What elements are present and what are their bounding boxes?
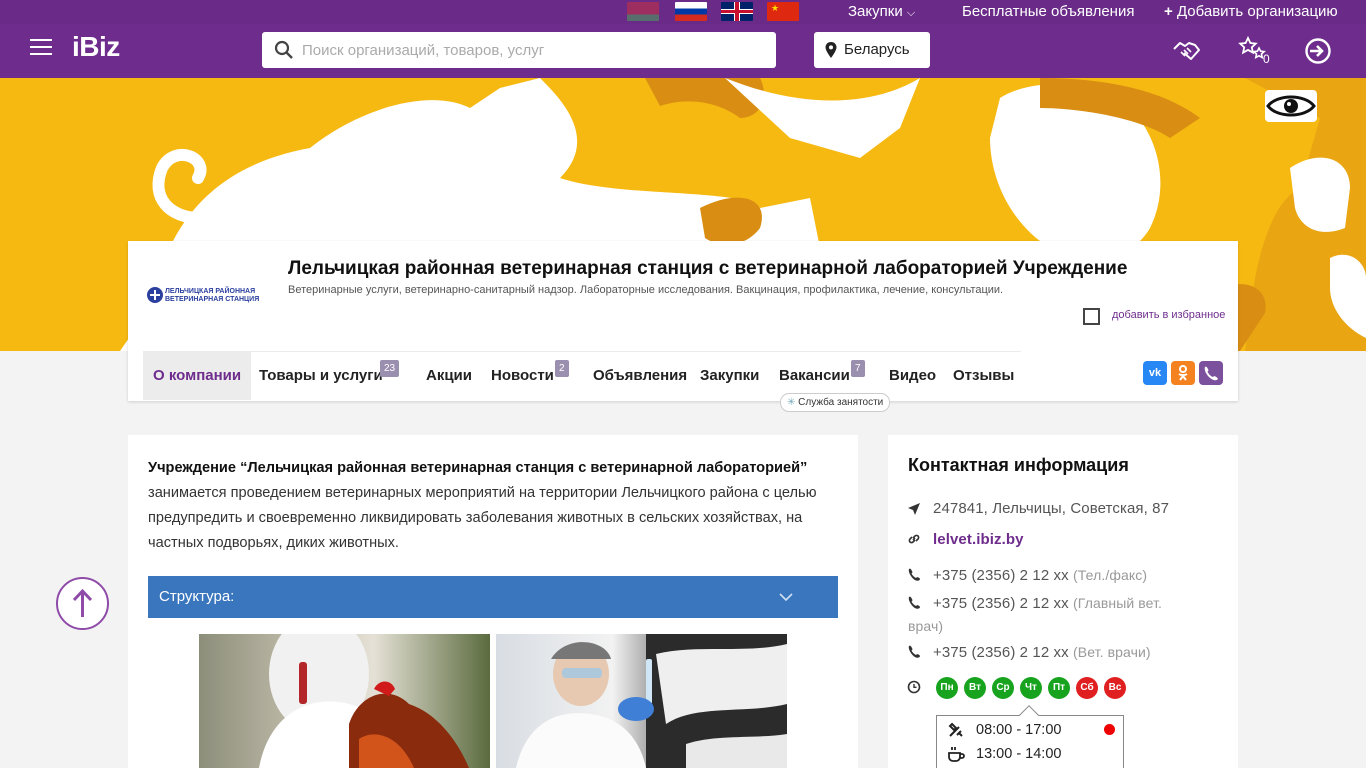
lunch-hours: 13:00 - 14:00 xyxy=(976,746,1062,762)
login-icon[interactable] xyxy=(1303,36,1333,66)
tab-products[interactable]: Товары и услуги xyxy=(259,352,383,400)
tab-promotions[interactable]: Акции xyxy=(426,352,472,400)
about-text: Учреждение “Лельчицкая районная ветерина… xyxy=(148,456,828,556)
flag-russia-icon[interactable] xyxy=(675,2,707,21)
structure-accordion[interactable]: Структура: xyxy=(148,576,838,618)
tab-ads[interactable]: Объявления xyxy=(593,352,687,400)
vk-share-icon[interactable]: vk xyxy=(1143,361,1167,385)
tab-procurement[interactable]: Закупки xyxy=(700,352,759,400)
favorite-checkbox[interactable] xyxy=(1083,308,1100,325)
zakupki-label: Закупки xyxy=(848,3,903,20)
day-wed[interactable]: Ср xyxy=(992,677,1014,699)
company-logo: ЛЕЛЬЧИЦКАЯ РАЙОННАЯ ВЕТЕРИНАРНАЯ СТАНЦИЯ xyxy=(143,241,259,351)
tab-products-count: 23 xyxy=(380,360,400,377)
contact-phone-1[interactable]: +375 (2356) 2 12 xx (Тел./факс) xyxy=(933,567,1147,584)
chevron-down-icon[interactable] xyxy=(778,589,794,605)
contact-website-link[interactable]: lelvet.ibiz.by xyxy=(933,531,1024,548)
contact-phone-2[interactable]: +375 (2356) 2 12 xx (Главный вет. xyxy=(933,595,1162,612)
structure-accordion-label: Структура: xyxy=(159,588,235,605)
tab-video[interactable]: Видео xyxy=(889,352,936,400)
clock-icon xyxy=(907,680,921,694)
tab-reviews[interactable]: Отзывы xyxy=(953,352,1014,400)
day-sat[interactable]: Сб xyxy=(1076,677,1098,699)
about-text-body: занимается проведением ветеринарных меро… xyxy=(148,485,817,551)
tools-icon xyxy=(948,722,963,737)
coffee-cup-icon xyxy=(948,747,965,762)
view-eye-icon[interactable] xyxy=(1265,90,1317,122)
handshake-icon[interactable] xyxy=(1171,36,1201,66)
phone-2-number: +375 (2356) 2 12 xx xyxy=(933,595,1069,612)
free-ads-link[interactable]: Бесплатные объявления xyxy=(962,2,1134,22)
search-box xyxy=(262,32,776,68)
link-icon xyxy=(908,534,920,544)
search-input[interactable] xyxy=(302,32,762,68)
logo-line-2: ВЕТЕРИНАРНАЯ СТАНЦИЯ xyxy=(165,296,260,303)
work-hours: 08:00 - 17:00 xyxy=(976,722,1062,738)
viber-share-icon[interactable] xyxy=(1199,361,1223,385)
search-icon[interactable] xyxy=(274,40,294,60)
sparkle-icon: ✳ xyxy=(787,397,796,408)
region-label: Беларусь xyxy=(844,41,910,58)
add-organization-link[interactable]: + Добавить организацию xyxy=(1164,2,1338,22)
day-tue[interactable]: Вт xyxy=(964,677,986,699)
add-organization-label: Добавить организацию xyxy=(1176,3,1338,20)
phone-icon xyxy=(908,568,921,581)
tab-vacancies-count: 7 xyxy=(851,360,865,377)
contact-address: 247841, Лельчицы, Советская, 87 xyxy=(933,500,1170,517)
flag-china-icon[interactable]: ★ xyxy=(767,2,799,21)
logo[interactable]: iBiz xyxy=(72,31,120,63)
zakupki-menu[interactable]: Закупки ⌵ xyxy=(848,2,915,23)
phone-1-note: (Тел./факс) xyxy=(1073,567,1148,583)
tab-news-count: 2 xyxy=(555,360,569,377)
phone-3-number: +375 (2356) 2 12 xx xyxy=(933,644,1069,661)
region-selector[interactable]: Беларусь xyxy=(814,32,930,68)
main-header: iBiz Беларусь 0 xyxy=(0,24,1366,78)
employment-service-label: Служба занятости xyxy=(798,397,884,408)
location-pin-icon xyxy=(825,42,837,58)
status-closed-dot xyxy=(1104,724,1115,735)
photo-vet-with-rooster xyxy=(199,634,490,768)
favorite-label[interactable]: добавить в избранное xyxy=(1112,309,1225,321)
day-sun[interactable]: Вс xyxy=(1104,677,1126,699)
ok-share-icon[interactable] xyxy=(1171,361,1195,385)
day-thu[interactable]: Чт xyxy=(1020,677,1042,699)
phone-2-note-cont: врач) xyxy=(908,618,943,635)
phone-3-note: (Вет. врачи) xyxy=(1073,644,1151,660)
photo-vet-with-cow xyxy=(496,634,787,768)
phone-2-note: (Главный вет. xyxy=(1073,595,1163,611)
employment-service-badge[interactable]: ✳ Служба занятости xyxy=(780,393,891,412)
phone-icon xyxy=(908,645,921,658)
flag-belarus-icon[interactable] xyxy=(627,2,659,21)
tab-news[interactable]: Новости xyxy=(491,352,554,400)
chevron-down-icon: ⌵ xyxy=(906,7,916,19)
company-subtitle: Ветеринарные услуги, ветеринарно-санитар… xyxy=(288,284,1004,296)
plus-icon: + xyxy=(1164,3,1173,20)
tab-about[interactable]: О компании xyxy=(143,352,252,400)
cross-icon xyxy=(147,287,163,303)
phone-icon xyxy=(908,596,921,609)
contacts-title: Контактная информация xyxy=(908,455,1129,475)
logo-line-1: ЛЕЛЬЧИЦКАЯ РАЙОННАЯ xyxy=(165,288,256,295)
favorites-count: 0 xyxy=(1263,52,1270,66)
contact-phone-3[interactable]: +375 (2356) 2 12 xx (Вет. врачи) xyxy=(933,644,1151,661)
menu-icon[interactable] xyxy=(30,39,52,57)
company-logo-text: ЛЕЛЬЧИЦКАЯ РАЙОННАЯ ВЕТЕРИНАРНАЯ СТАНЦИЯ xyxy=(165,288,259,304)
phone-2-note-line2: врач) xyxy=(908,618,944,634)
flag-uk-icon[interactable] xyxy=(721,2,753,21)
day-fri[interactable]: Пт xyxy=(1048,677,1070,699)
day-mon[interactable]: Пн xyxy=(936,677,958,699)
company-title: Лельчицкая районная ветеринарная станция… xyxy=(288,258,1128,279)
scroll-to-top-button[interactable] xyxy=(56,577,109,630)
top-strip: ★ Закупки ⌵ Бесплатные объявления + Доба… xyxy=(0,0,1366,24)
about-text-bold: Учреждение “Лельчицкая районная ветерина… xyxy=(148,460,808,476)
arrow-up-icon xyxy=(72,588,93,617)
navigation-arrow-icon xyxy=(908,503,920,515)
phone-1-number: +375 (2356) 2 12 xx xyxy=(933,567,1069,584)
